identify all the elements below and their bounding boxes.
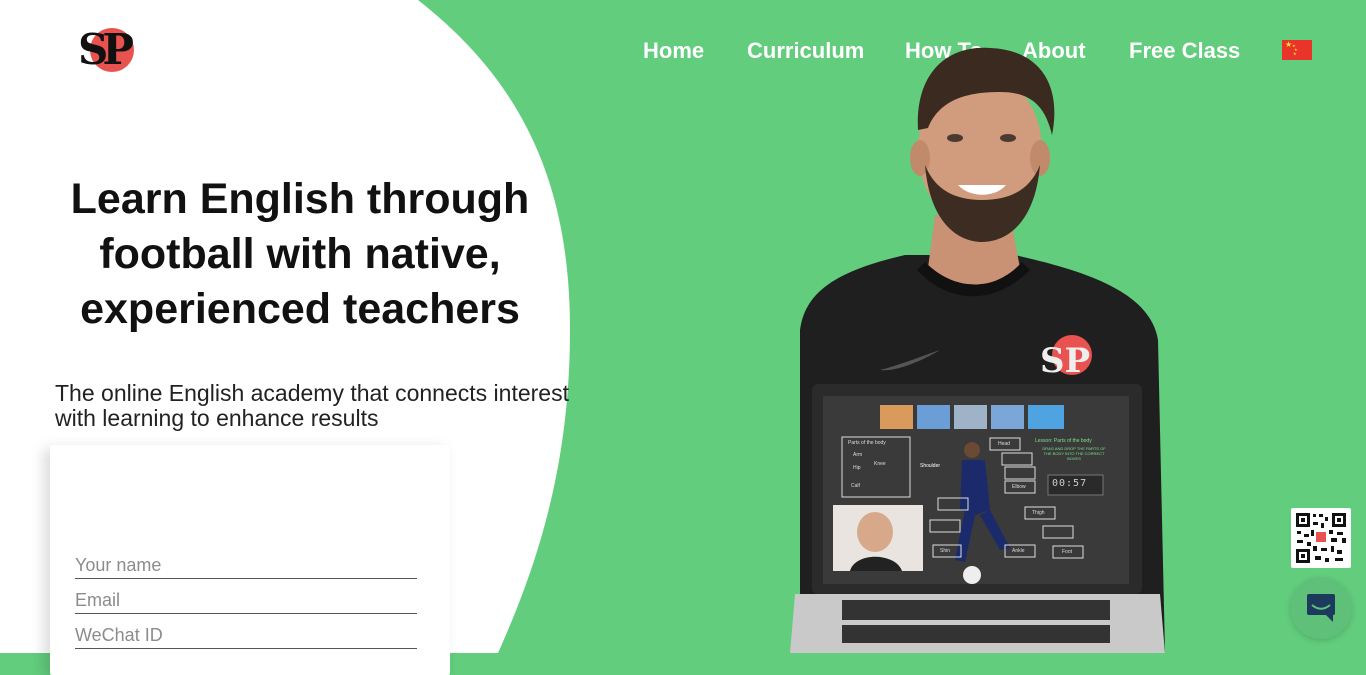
word-shoulder: Shoulder (920, 463, 941, 469)
word-head: Head (998, 441, 1010, 447)
word-arm: Arm (853, 452, 863, 458)
hero-subtitle: The online English academy that connects… (55, 380, 569, 431)
wechat-input[interactable] (75, 622, 417, 649)
logo-text: SP (78, 25, 134, 74)
panel-title: Parts of the body (848, 440, 886, 446)
word-foot: Foot (1062, 549, 1073, 555)
name-input[interactable] (75, 552, 417, 579)
chat-bubble-icon (1307, 594, 1335, 622)
hero-title: Learn English through football with nati… (70, 175, 530, 333)
word-elbow: Elbow (1012, 484, 1026, 490)
nav-home[interactable]: Home (643, 36, 704, 66)
word-thigh: Thigh (1032, 510, 1045, 516)
word-ankle: Ankle (1012, 548, 1025, 554)
lesson-instructions: DRAG AND DROP THE PARTS OF THE BODY INTO… (1042, 446, 1106, 461)
qr-code-icon[interactable] (1291, 508, 1351, 568)
chat-button[interactable] (1290, 577, 1352, 639)
word-knee: Knee (874, 461, 886, 467)
email-input[interactable] (75, 587, 417, 614)
signup-form (50, 445, 450, 675)
word-shin: Shin (940, 548, 951, 554)
word-calf: Calf (851, 483, 860, 489)
site-logo[interactable]: SP (78, 25, 142, 74)
word-hip: Hip (853, 465, 861, 471)
china-flag-icon[interactable]: ★ ★ ★ ★ (1282, 40, 1312, 60)
lesson-title: Lesson: Parts of the body (1035, 438, 1092, 444)
teacher-with-laptop-image: SP (790, 47, 1165, 653)
countdown-timer: 00:57 (1052, 478, 1088, 489)
svg-text:SP: SP (1040, 341, 1090, 381)
